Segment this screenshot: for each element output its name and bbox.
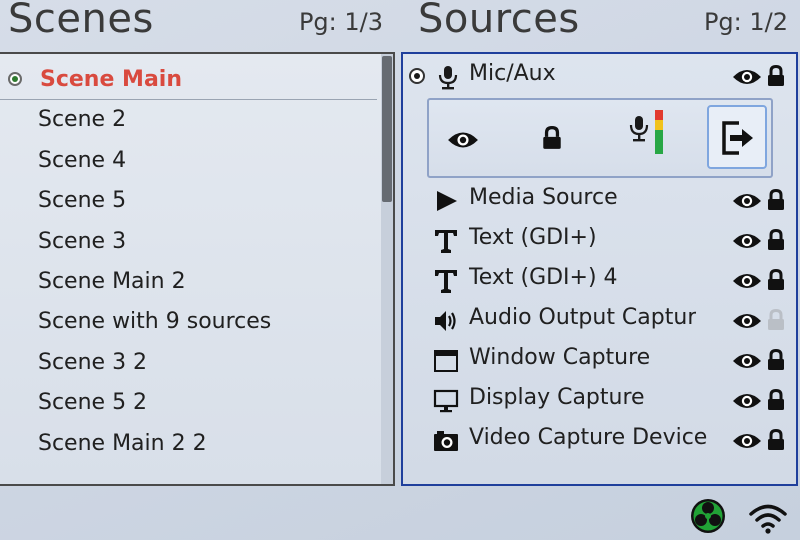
scenes-scroll-thumb[interactable] — [382, 56, 392, 202]
microphone-icon — [438, 66, 458, 90]
scene-item[interactable]: Scene 4 — [0, 141, 377, 181]
eye-icon[interactable] — [732, 272, 762, 290]
scenes-panel: Scene Main Scene 2 Scene 4 Scene 5 Scene… — [0, 52, 395, 486]
camera-icon — [434, 431, 458, 451]
sources-panel: Mic/Aux Media Source Text (GDI+) Text (G… — [401, 52, 798, 486]
scene-label: Scene 5 2 — [38, 390, 148, 416]
obs-logo-icon[interactable] — [690, 498, 726, 534]
scene-item[interactable]: Scene 3 — [0, 222, 377, 262]
source-item-audio-output-capture[interactable]: Audio Output Captur — [403, 300, 796, 340]
monitor-icon — [433, 389, 459, 413]
scene-label: Scene Main 2 2 — [38, 430, 207, 456]
eye-icon[interactable] — [732, 352, 762, 370]
scenes-title: Scenes — [8, 0, 154, 42]
text-icon — [435, 270, 457, 293]
lock-icon[interactable] — [541, 126, 563, 150]
scene-item[interactable]: Scene 2 — [0, 100, 377, 140]
play-icon — [437, 191, 457, 211]
source-item-display-capture[interactable]: Display Capture — [403, 380, 796, 420]
scenes-header: Scenes Pg: 1/3 — [0, 0, 395, 48]
eye-icon[interactable] — [732, 68, 762, 86]
source-item-text-gdi-4[interactable]: Text (GDI+) 4 — [403, 260, 796, 300]
scenes-scrollbar[interactable] — [381, 54, 393, 484]
microphone-level-icon[interactable] — [625, 108, 675, 156]
lock-icon[interactable] — [766, 65, 786, 87]
scene-label: Scene 3 — [38, 228, 127, 254]
source-label: Video Capture Device — [469, 425, 708, 450]
eye-icon[interactable] — [732, 232, 762, 250]
scene-label: Scene 3 2 — [38, 349, 148, 375]
scene-item[interactable]: Scene 3 2 — [0, 343, 377, 383]
active-scene-indicator — [8, 72, 22, 86]
scene-label: Scene with 9 sources — [38, 309, 272, 335]
scene-label: Scene Main — [40, 67, 182, 92]
scene-item-scene-main[interactable]: Scene Main — [0, 60, 377, 101]
scene-item[interactable]: Scene Main 2 2 — [0, 424, 377, 464]
source-item-selected[interactable]: Mic/Aux — [403, 56, 796, 96]
scene-item[interactable]: Scene 5 2 — [0, 383, 377, 423]
source-item-media-source[interactable]: Media Source — [403, 180, 796, 220]
source-label: Audio Output Captur — [469, 305, 697, 330]
eye-icon[interactable] — [732, 192, 762, 210]
exit-button[interactable] — [707, 105, 767, 169]
text-icon — [435, 230, 457, 253]
scene-label: Scene Main 2 — [38, 268, 186, 294]
lock-icon[interactable] — [766, 349, 786, 371]
eye-icon[interactable] — [732, 432, 762, 450]
source-label: Text (GDI+) — [469, 225, 597, 250]
scene-item[interactable]: Scene with 9 sources — [0, 302, 377, 342]
lock-icon[interactable] — [766, 429, 786, 451]
source-item-video-capture-device[interactable]: Video Capture Device — [403, 420, 796, 460]
sources-page-indicator[interactable]: Pg: 1/2 — [704, 8, 788, 36]
source-controls-bar — [427, 98, 773, 178]
exit-icon — [722, 121, 753, 155]
wifi-icon — [749, 504, 787, 534]
lock-icon[interactable] — [766, 189, 786, 211]
source-item-window-capture[interactable]: Window Capture — [403, 340, 796, 380]
window-icon — [434, 350, 458, 372]
sources-title: Sources — [418, 0, 580, 42]
lock-icon[interactable] — [766, 389, 786, 411]
eye-icon[interactable] — [447, 130, 479, 150]
source-label: Text (GDI+) 4 — [469, 265, 618, 290]
scene-label: Scene 2 — [38, 107, 127, 133]
source-label: Window Capture — [469, 345, 651, 370]
scene-item[interactable]: Scene 5 — [0, 181, 377, 221]
unlock-icon[interactable] — [766, 309, 786, 331]
selected-source-indicator — [409, 68, 425, 84]
lock-icon[interactable] — [766, 229, 786, 251]
scene-item[interactable]: Scene Main 2 — [0, 262, 377, 302]
eye-icon[interactable] — [732, 312, 762, 330]
sources-header: Sources Pg: 1/2 — [400, 0, 800, 48]
source-label: Mic/Aux — [469, 61, 556, 86]
scene-label: Scene 5 — [38, 188, 127, 214]
source-label: Display Capture — [469, 385, 645, 410]
scene-list: Scene Main Scene 2 Scene 4 Scene 5 Scene… — [0, 60, 377, 464]
source-label: Media Source — [469, 185, 618, 210]
source-item-text-gdi[interactable]: Text (GDI+) — [403, 220, 796, 260]
lock-icon[interactable] — [766, 269, 786, 291]
eye-icon[interactable] — [732, 392, 762, 410]
speaker-icon — [435, 311, 456, 331]
scenes-page-indicator[interactable]: Pg: 1/3 — [299, 8, 383, 36]
status-bar — [0, 486, 800, 540]
scene-label: Scene 4 — [38, 147, 127, 173]
